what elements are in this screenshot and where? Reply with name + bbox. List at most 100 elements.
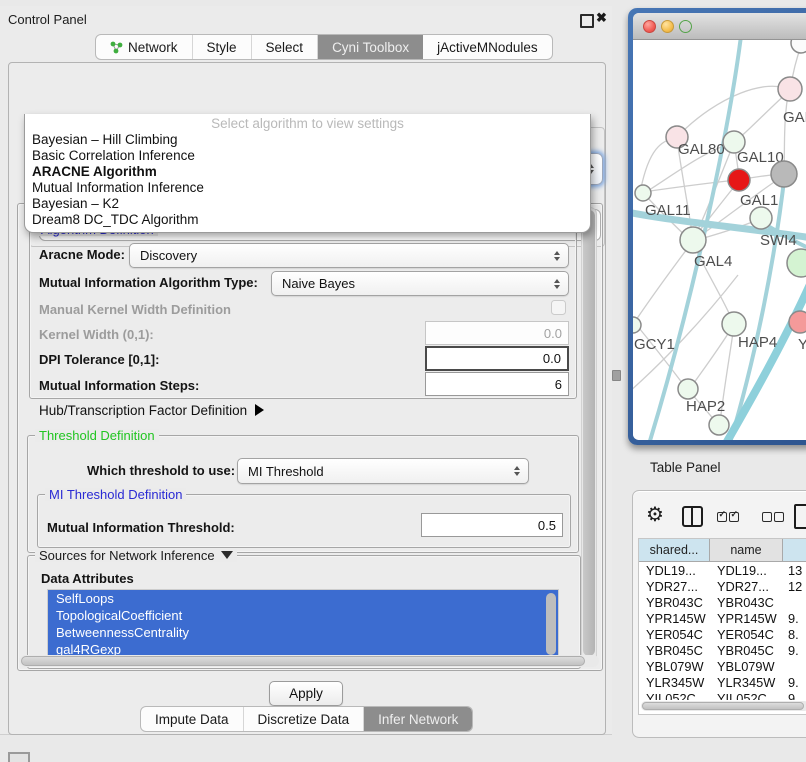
sources-legend-label: Sources for Network Inference xyxy=(39,548,215,563)
node-label: GAL4 xyxy=(694,253,732,270)
settings-horizontal-scrollbar[interactable] xyxy=(19,655,599,667)
tab-impute-data[interactable]: Impute Data xyxy=(141,707,244,731)
table-cell: YLR345W xyxy=(710,675,783,690)
table-row[interactable]: YPR145WYPR145W9. xyxy=(639,610,806,626)
network-window: GALGAL80GAL10GAL1GAL11SWI4GAL4GCY1HAP4YH… xyxy=(633,13,806,440)
tab-cyni-toolbox[interactable]: Cyni Toolbox xyxy=(318,35,423,59)
scrollbar-thumb[interactable] xyxy=(642,702,804,710)
tab-network[interactable]: Network xyxy=(96,35,193,59)
tab-infer-network[interactable]: Infer Network xyxy=(364,707,472,731)
table-row[interactable]: YLR345WYLR345W9. xyxy=(639,674,806,690)
mi-algorithm-type-label: Mutual Information Algorithm Type: xyxy=(39,275,258,290)
stepper-arrows-icon xyxy=(554,251,560,261)
network-node[interactable] xyxy=(728,169,750,191)
tab-label: Cyni Toolbox xyxy=(332,40,409,55)
minimize-traffic-light-icon[interactable] xyxy=(661,20,674,33)
table-row[interactable]: YDR27...YDR27...12 xyxy=(639,578,806,594)
dpi-tolerance-field[interactable]: 0.0 xyxy=(425,346,569,371)
table-cell: 12 xyxy=(783,579,806,594)
list-scrollbar-thumb[interactable] xyxy=(546,593,556,655)
network-node[interactable] xyxy=(709,415,729,435)
network-node[interactable] xyxy=(789,311,806,333)
column-header[interactable] xyxy=(783,539,806,561)
hub-definition-label: Hub/Transcription Factor Definition xyxy=(39,403,247,418)
network-node[interactable] xyxy=(678,379,698,399)
table-cell: YIL052C xyxy=(710,691,783,701)
mi-steps-field[interactable]: 6 xyxy=(425,372,569,396)
column-header[interactable]: shared... xyxy=(639,539,710,561)
table-body: YDL19...YDL19...13YDR27...YDR27...12YBR0… xyxy=(639,562,806,700)
network-node[interactable] xyxy=(680,227,706,253)
table-cell: YDL19... xyxy=(639,563,710,578)
gear-icon[interactable]: ⚙ xyxy=(646,505,664,525)
zoom-traffic-light-icon[interactable] xyxy=(679,20,692,33)
mi-threshold-field[interactable]: 0.5 xyxy=(421,513,563,537)
network-node[interactable] xyxy=(722,312,746,336)
scrollbar-thumb[interactable] xyxy=(583,210,595,656)
mi-steps-label: Mutual Information Steps: xyxy=(39,378,199,393)
network-node[interactable] xyxy=(635,185,651,201)
data-attributes-list[interactable]: SelfLoops TopologicalCoefficient Between… xyxy=(47,589,559,661)
dropdown-item[interactable]: Bayesian – K2 xyxy=(25,196,590,212)
table-panel-title: Table Panel xyxy=(650,460,721,475)
checked-checkboxes-icon[interactable] xyxy=(717,512,739,522)
table-row[interactable]: YBL079WYBL079W xyxy=(639,658,806,674)
table-horizontal-scrollbar[interactable] xyxy=(641,701,806,711)
manual-kernel-width-checkbox[interactable] xyxy=(551,300,566,315)
sources-legend[interactable]: Sources for Network Inference xyxy=(35,549,237,562)
hub-definition-toggle[interactable]: Hub/Transcription Factor Definition xyxy=(39,403,264,418)
table-cell: YPR145W xyxy=(710,611,783,626)
table-row[interactable]: YBR045CYBR045C9. xyxy=(639,642,806,658)
mi-algorithm-type-select[interactable]: Naive Bayes xyxy=(271,271,569,296)
panel-splitter-handle[interactable] xyxy=(612,370,621,381)
which-threshold-select[interactable]: MI Threshold xyxy=(237,458,529,484)
table-cell: YBL079W xyxy=(710,659,783,674)
network-node[interactable] xyxy=(633,317,641,333)
tab-discretize-data[interactable]: Discretize Data xyxy=(244,707,365,731)
network-node[interactable] xyxy=(787,249,806,277)
columns-icon[interactable] xyxy=(682,506,703,527)
aracne-mode-select[interactable]: Discovery xyxy=(129,243,569,268)
table-row[interactable]: YER054CYER054C8. xyxy=(639,626,806,642)
which-threshold-label: Which threshold to use: xyxy=(87,463,235,478)
dropdown-item-selected[interactable]: ARACNE Algorithm xyxy=(25,164,590,180)
dropdown-item[interactable]: Basic Correlation Inference xyxy=(25,148,590,164)
tab-select[interactable]: Select xyxy=(252,35,319,59)
algorithm-dropdown-popup: Select algorithm to view settings Bayesi… xyxy=(24,114,591,233)
dropdown-item[interactable]: Dream8 DC_TDC Algorithm xyxy=(25,212,590,228)
table-row[interactable]: YBR043CYBR043C xyxy=(639,594,806,610)
close-traffic-light-icon[interactable] xyxy=(643,20,656,33)
dropdown-item[interactable]: Bayesian – Hill Climbing xyxy=(25,132,590,148)
network-node[interactable] xyxy=(771,161,797,187)
unchecked-checkboxes-icon[interactable] xyxy=(762,512,784,522)
network-canvas[interactable]: GALGAL80GAL10GAL1GAL11SWI4GAL4GCY1HAP4YH… xyxy=(633,40,806,440)
settings-vertical-scrollbar[interactable] xyxy=(581,207,597,667)
network-window-titlebar[interactable] xyxy=(633,13,806,40)
cyni-mode-tabs: Impute Data Discretize Data Infer Networ… xyxy=(140,706,473,732)
kernel-width-field[interactable]: 0.0 xyxy=(425,321,569,345)
network-node[interactable] xyxy=(750,207,772,229)
close-icon[interactable]: ✖ xyxy=(596,10,607,26)
table-row[interactable]: YIL052CYIL052C9. xyxy=(639,690,806,700)
node-label: HAP4 xyxy=(738,334,777,351)
column-header[interactable]: name xyxy=(710,539,783,561)
document-icon[interactable] xyxy=(794,504,806,529)
attribute-item[interactable]: TopologicalCoefficient xyxy=(48,607,558,624)
table-row[interactable]: YDL19...YDL19...13 xyxy=(639,562,806,578)
data-attributes-label: Data Attributes xyxy=(41,571,134,586)
table-cell: 9. xyxy=(783,643,806,658)
tab-jactivemnodules[interactable]: jActiveMNodules xyxy=(423,35,552,59)
tab-style[interactable]: Style xyxy=(193,35,252,59)
table-cell: 9. xyxy=(783,611,806,626)
dpi-tolerance-label: DPI Tolerance [0,1]: xyxy=(39,352,159,367)
attribute-item[interactable]: BetweennessCentrality xyxy=(48,624,558,641)
apply-button[interactable]: Apply xyxy=(269,681,343,706)
attribute-item[interactable]: SelfLoops xyxy=(48,590,558,607)
network-node[interactable] xyxy=(791,40,806,53)
network-node[interactable] xyxy=(778,77,802,101)
scrollbar-thumb[interactable] xyxy=(21,656,585,666)
dropdown-item[interactable]: Mutual Information Inference xyxy=(25,180,590,196)
collapsed-panel-widget[interactable] xyxy=(8,752,30,762)
table-cell: YER054C xyxy=(639,627,710,642)
float-window-icon[interactable] xyxy=(580,14,594,28)
